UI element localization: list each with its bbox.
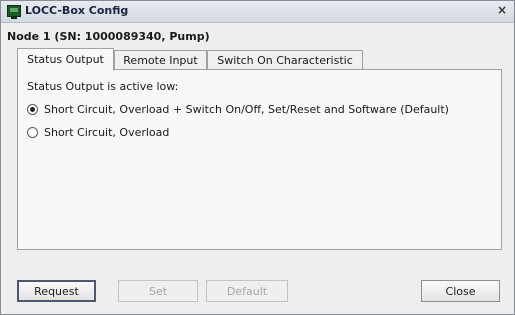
node-label: Node 1 (SN: 1000089340, Pump)	[7, 30, 210, 43]
option-label-default: Short Circuit, Overload + Switch On/Off,…	[44, 103, 449, 116]
tab-panel-status-output: Status Output is active low: Short Circu…	[17, 69, 502, 250]
status-output-description: Status Output is active low:	[27, 80, 179, 93]
config-dialog: LOCC-Box Config × Node 1 (SN: 1000089340…	[0, 0, 515, 315]
option-row-default[interactable]: Short Circuit, Overload + Switch On/Off,…	[27, 103, 449, 116]
tab-switch-on-characteristic[interactable]: Switch On Characteristic	[207, 50, 363, 70]
close-icon[interactable]: ×	[496, 4, 508, 16]
close-button[interactable]: Close	[421, 280, 500, 302]
radio-short-circuit[interactable]	[27, 127, 38, 138]
tab-remote-input[interactable]: Remote Input	[114, 50, 207, 70]
option-label-short-circuit: Short Circuit, Overload	[44, 126, 170, 139]
tab-status-output[interactable]: Status Output	[17, 48, 114, 71]
app-monitor-icon	[7, 5, 21, 19]
radio-default[interactable]	[27, 104, 38, 115]
default-button[interactable]: Default	[206, 280, 288, 302]
option-row-short-circuit[interactable]: Short Circuit, Overload	[27, 126, 169, 139]
set-button[interactable]: Set	[118, 280, 198, 302]
request-button[interactable]: Request	[17, 280, 96, 302]
title-bar[interactable]: LOCC-Box Config ×	[1, 1, 514, 23]
window-title: LOCC-Box Config	[25, 4, 129, 17]
